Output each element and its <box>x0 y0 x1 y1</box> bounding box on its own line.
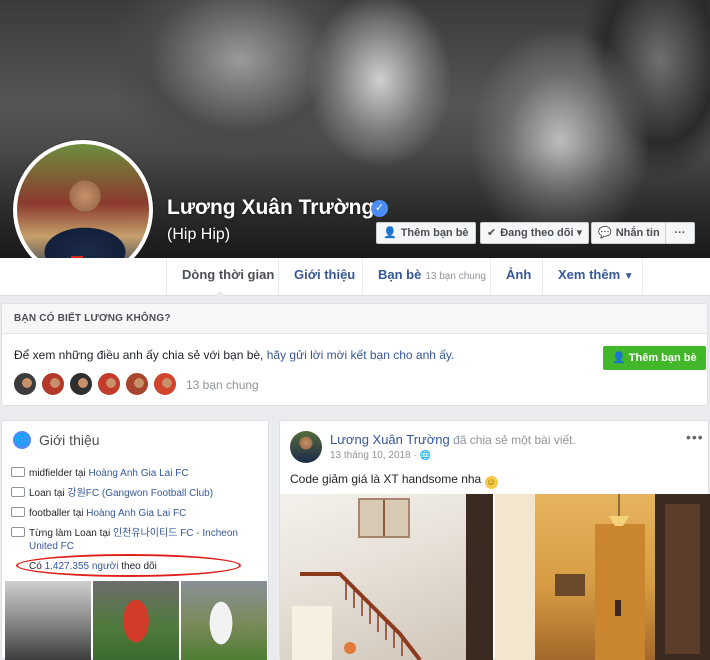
profile-nav: Dòng thời gian Giới thiệu Bạn bè 13 bạn c… <box>0 258 710 296</box>
tab-friends-label: Bạn bè <box>378 267 422 282</box>
post-image-staircase[interactable] <box>280 494 493 660</box>
post-date-text: 13 tháng 10, 2018 · <box>330 450 417 461</box>
tab-more[interactable]: Xem thêm ▼ <box>558 258 634 295</box>
intro-row-prefix: Loan tại <box>29 488 65 499</box>
post-options-button[interactable]: ••• <box>686 429 704 445</box>
intro-row-prefix: footballer tại <box>29 508 84 519</box>
smile-emoji-icon: ☺ <box>484 476 498 489</box>
highlight-oval <box>16 554 241 577</box>
intro-card: 🌐 Giới thiệu midfielder tại Hoàng Anh Gi… <box>1 420 269 660</box>
post-action-text: đã chia sẻ một bài viết. <box>453 433 576 447</box>
check-icon: ✔ <box>487 227 497 239</box>
mutual-friends-count[interactable]: 13 bạn chung <box>186 378 259 392</box>
intro-row-prefix: midfielder tại <box>29 468 86 479</box>
tab-photos[interactable]: Ảnh <box>506 258 531 295</box>
intro-row-link[interactable]: Hoàng Anh Gia Lai FC <box>88 468 188 479</box>
following-button[interactable]: ✔ Đang theo dõi ▾ <box>480 222 590 244</box>
intro-row-work: midfielder tại Hoàng Anh Gia Lai FC <box>11 467 261 480</box>
verified-badge-icon: ✓ <box>371 200 388 217</box>
intro-row-link[interactable]: Hoàng Anh Gia Lai FC <box>86 508 186 519</box>
more-options-button[interactable]: ··· <box>665 222 695 244</box>
tab-friends-count: 13 bạn chung <box>425 271 486 282</box>
profile-nickname: (Hip Hip) <box>167 226 231 243</box>
intro-row-work: footballer tại Hoàng Anh Gia Lai FC <box>11 507 261 520</box>
mutual-friend-avatar[interactable] <box>40 371 66 397</box>
intro-photo[interactable] <box>5 581 91 660</box>
post-date[interactable]: 13 tháng 10, 2018 · 🌐 <box>330 450 431 461</box>
briefcase-icon <box>11 507 25 517</box>
chevron-down-icon: ▾ <box>576 227 583 239</box>
intro-title: Giới thiệu <box>39 432 100 448</box>
mutual-friend-avatar[interactable] <box>124 371 150 397</box>
hallway-illustration <box>495 494 710 660</box>
send-request-link[interactable]: hãy gửi lời mời kết bạn cho anh ấy. <box>267 348 455 362</box>
mutual-friend-avatar[interactable] <box>68 371 94 397</box>
intro-row-work: Loan tại 강원FC (Gangwon Football Club) <box>11 487 261 500</box>
mutual-friend-avatar[interactable] <box>96 371 122 397</box>
tab-more-label: Xem thêm <box>558 267 621 282</box>
message-label: Nhắn tin <box>615 227 660 239</box>
post-author-link[interactable]: Lương Xuân Trường <box>330 432 450 447</box>
know-him-card: BẠN CÓ BIẾT LƯƠNG KHÔNG? Để xem những đi… <box>1 303 708 406</box>
tab-friends[interactable]: Bạn bè 13 bạn chung <box>378 258 486 295</box>
post-text: Code giảm giá là XT handsome nha ☺ <box>290 472 498 489</box>
add-friend-label: Thêm bạn bè <box>628 352 697 364</box>
intro-row-prefix: Từng làm Loan tại <box>29 528 111 539</box>
add-friend-button-secondary[interactable]: 👤 Thêm bạn bè <box>603 346 706 370</box>
globe-icon: 🌐 <box>419 450 431 460</box>
tab-about[interactable]: Giới thiệu <box>294 258 355 295</box>
profile-name[interactable]: Lương Xuân Trường <box>167 196 374 220</box>
know-him-header: BẠN CÓ BIẾT LƯƠNG KHÔNG? <box>2 304 707 334</box>
post-author-avatar[interactable] <box>290 431 322 463</box>
message-button[interactable]: 💬 Nhắn tin <box>591 222 667 244</box>
tab-timeline[interactable]: Dòng thời gian <box>182 258 274 295</box>
intro-photo[interactable] <box>181 581 267 660</box>
intro-row-past-work: Từng làm Loan tại 인천유나이티드 FC - Incheon U… <box>11 527 261 553</box>
add-friend-button[interactable]: 👤 Thêm bạn bè <box>376 222 476 244</box>
intro-photo[interactable] <box>93 581 179 660</box>
briefcase-icon <box>11 467 25 477</box>
add-friend-icon: 👤 <box>612 352 626 364</box>
staircase-illustration <box>292 498 422 660</box>
following-label: Đang theo dõi <box>500 227 574 239</box>
active-tab-indicator <box>214 291 226 296</box>
messenger-icon: 💬 <box>598 227 612 239</box>
post-header: Lương Xuân Trường đã chia sẻ một bài viế… <box>330 432 576 447</box>
post-card: Lương Xuân Trường đã chia sẻ một bài viế… <box>279 420 710 660</box>
mutual-friend-avatar[interactable] <box>12 371 38 397</box>
post-text-content: Code giảm giá là XT handsome nha <box>290 472 482 486</box>
globe-icon: 🌐 <box>13 431 31 449</box>
know-him-text: Để xem những điều anh ấy chia sẻ với bạn… <box>14 348 454 362</box>
mutual-friend-avatar[interactable] <box>152 371 178 397</box>
intro-row-link[interactable]: 강원FC (Gangwon Football Club) <box>67 488 213 499</box>
add-friend-label: Thêm bạn bè <box>400 227 469 239</box>
briefcase-icon <box>11 527 25 537</box>
chevron-down-icon: ▼ <box>623 271 634 282</box>
post-image-hallway[interactable] <box>495 494 710 660</box>
briefcase-icon <box>11 487 25 497</box>
add-friend-icon: 👤 <box>383 227 397 239</box>
know-text-prefix: Để xem những điều anh ấy chia sẻ với bạn… <box>14 348 264 362</box>
